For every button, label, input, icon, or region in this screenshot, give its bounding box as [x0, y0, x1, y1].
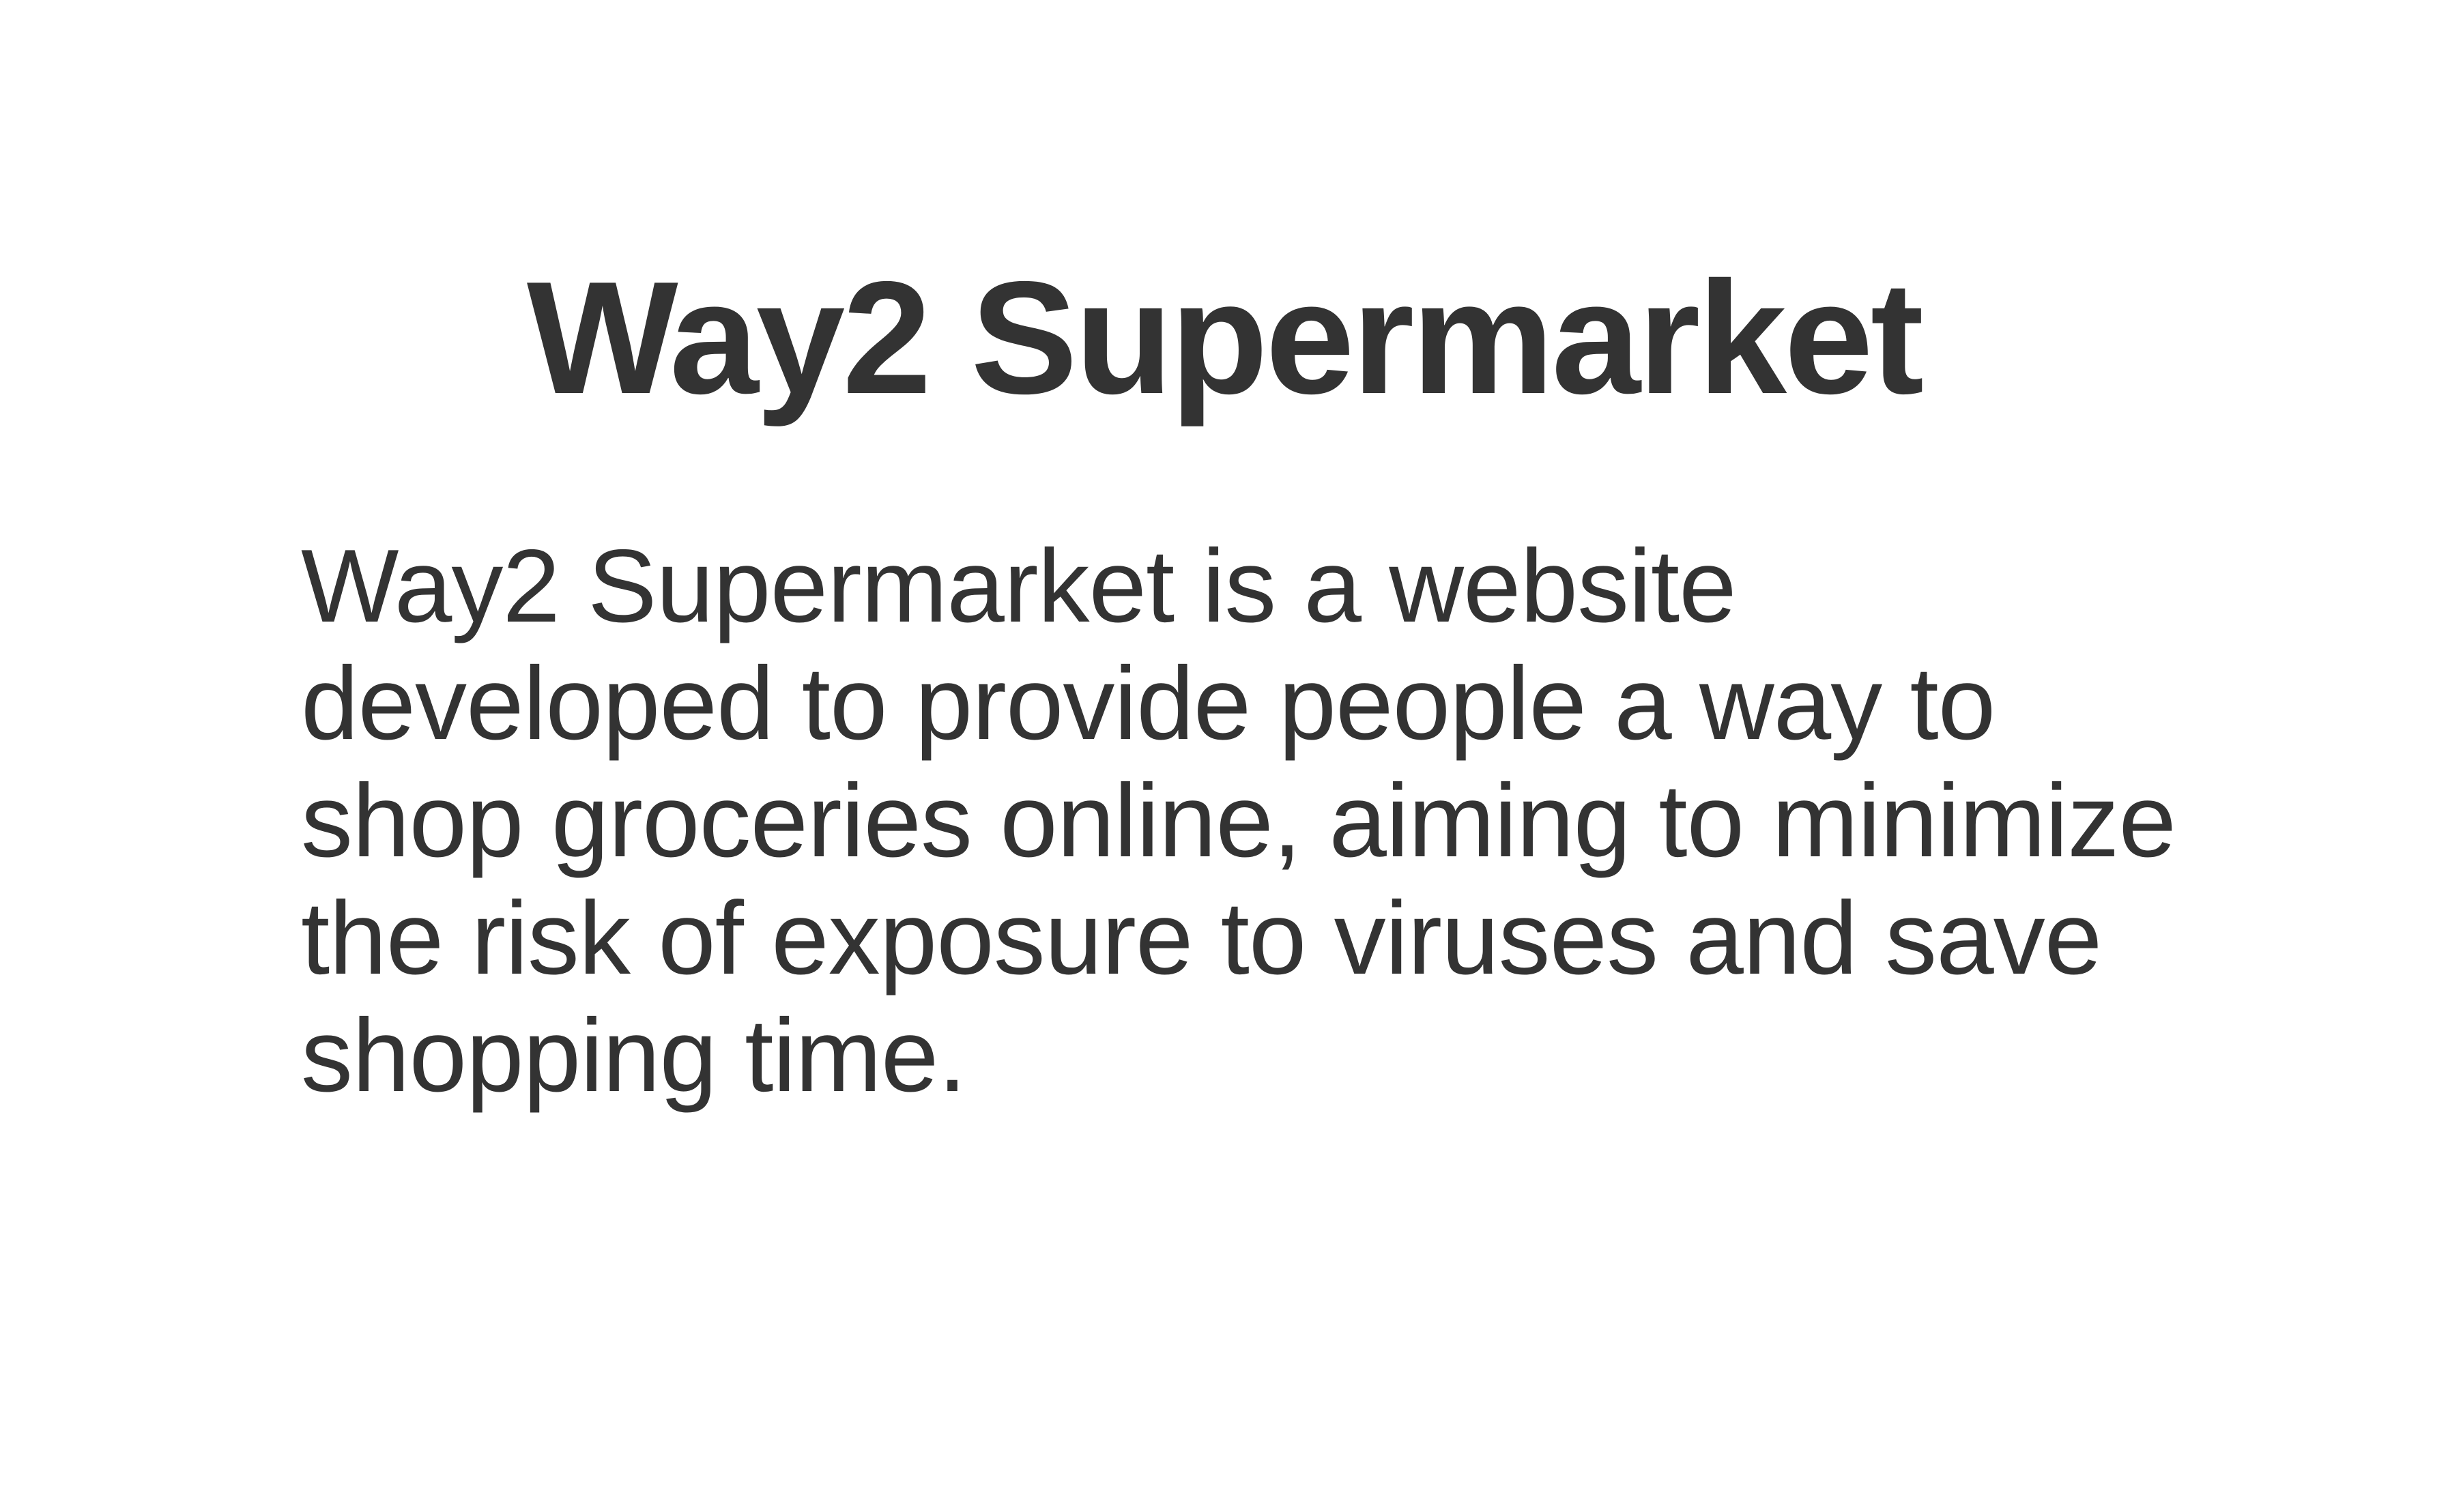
slide-description: Way2 Supermarket is a website developed … — [301, 528, 2176, 1114]
slide-title: Way2 Supermarket — [526, 248, 1924, 427]
slide: Way2 Supermarket Way2 Supermarket is a w… — [0, 0, 2448, 1512]
